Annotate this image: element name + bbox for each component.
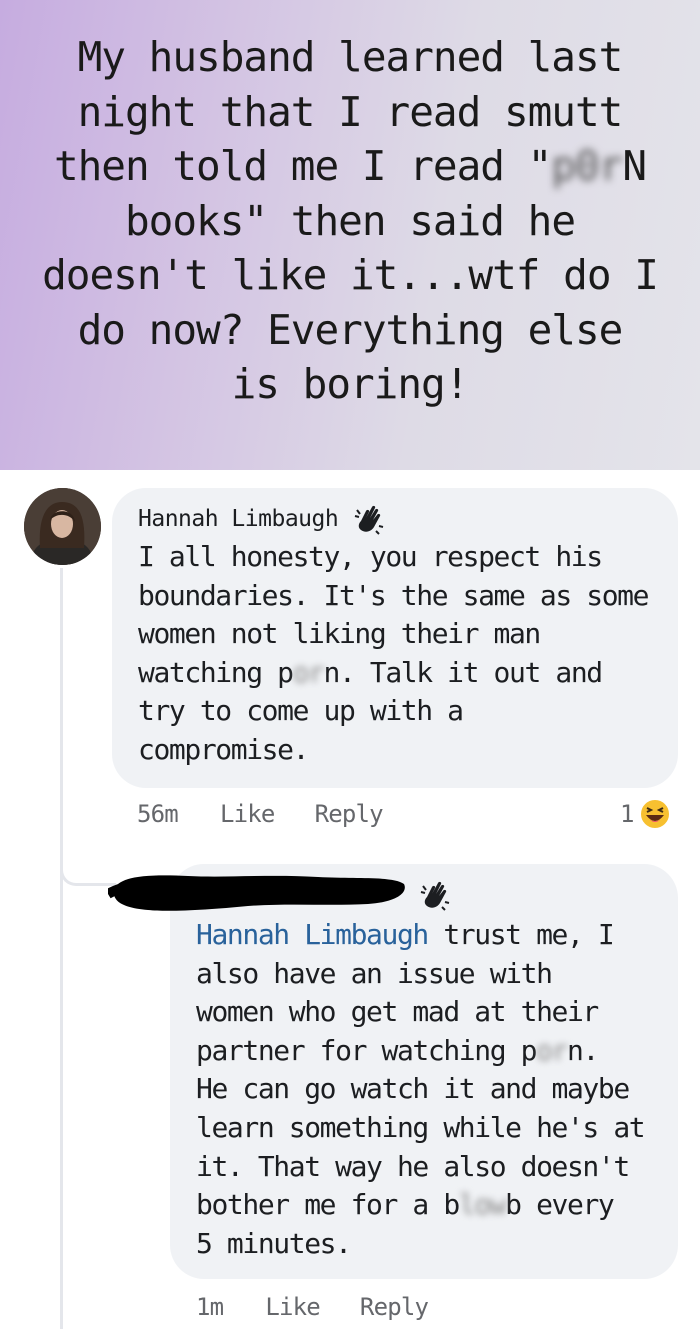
timestamp[interactable]: 1m xyxy=(196,1293,224,1321)
reply-text: Hannah Limbaugh trust me, I also have an… xyxy=(196,918,646,1260)
like-button[interactable]: Like xyxy=(220,800,275,828)
reaction-count: 1 xyxy=(620,800,635,828)
thread-line xyxy=(60,568,63,1329)
timestamp[interactable]: 56m xyxy=(137,800,179,828)
reply-button[interactable]: Reply xyxy=(315,800,384,828)
reply-actions: 1m Like Reply xyxy=(196,1293,468,1321)
comment-actions: 56m Like Reply xyxy=(137,800,423,828)
comment-author: Hannah Limbaugh xyxy=(138,502,652,536)
reply-button[interactable]: Reply xyxy=(360,1293,429,1321)
censored-word: low xyxy=(458,1188,507,1222)
reaction-summary[interactable]: 1 xyxy=(620,797,672,831)
censored-word: p0r xyxy=(551,142,623,191)
mention-link[interactable]: Hannah Limbaugh xyxy=(196,918,429,951)
post-text: My husband learned last night that I rea… xyxy=(42,33,659,409)
haha-icon xyxy=(639,798,672,830)
waving-hand-icon xyxy=(354,505,384,535)
censored-word: or xyxy=(536,1033,568,1067)
comment-bubble: Hannah Limbaugh I all honesty, you respe… xyxy=(112,488,678,788)
reply-bubble: Hannah Limbaugh trust me, I also have an… xyxy=(170,864,678,1279)
waving-hand-icon xyxy=(420,881,450,911)
censored-word: or xyxy=(292,655,325,689)
like-button[interactable]: Like xyxy=(265,1293,320,1321)
author-name[interactable]: Hannah Limbaugh xyxy=(138,502,339,536)
post-card: My husband learned last night that I rea… xyxy=(0,0,700,470)
redaction-scribble xyxy=(108,875,405,911)
avatar[interactable] xyxy=(24,488,101,565)
comment-text: I all honesty, you respect his boundarie… xyxy=(138,540,650,766)
